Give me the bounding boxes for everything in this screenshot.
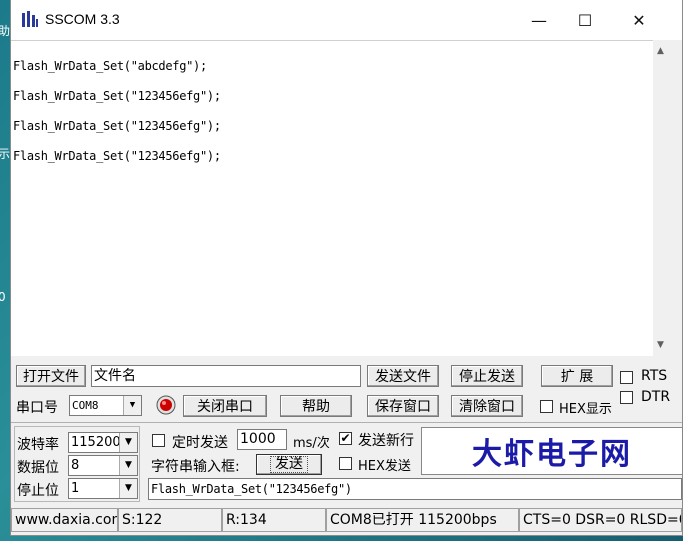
status-port: COM8已打开 115200bps xyxy=(326,508,519,532)
receive-line: Flash_WrData_Set("123456efg"); xyxy=(13,89,221,103)
title-bar[interactable]: SSCOM 3.3 — ☐ ✕ xyxy=(11,0,682,40)
receive-line: Flash_WrData_Set("abcdefg"); xyxy=(13,59,207,73)
receive-line: Flash_WrData_Set("123456efg"); xyxy=(13,149,221,163)
dtr-label: DTR xyxy=(641,389,671,405)
hex-display-checkbox[interactable] xyxy=(540,400,553,413)
expand-button[interactable]: 扩 展 xyxy=(541,365,613,387)
send-newline-label: 发送新行 xyxy=(358,433,414,449)
desktop-icon-fragment: 示 xyxy=(0,147,11,161)
minimize-button[interactable]: — xyxy=(516,0,562,40)
scroll-up-icon[interactable]: ▲ xyxy=(657,46,664,56)
record-indicator-icon xyxy=(156,395,176,415)
status-sent: S:122 xyxy=(118,508,222,532)
baud-select-value: 115200 xyxy=(71,435,121,450)
timed-send-label: 定时发送 xyxy=(172,435,228,451)
timed-send-checkbox[interactable] xyxy=(152,434,165,447)
save-window-button[interactable]: 保存窗口 xyxy=(367,395,439,417)
receive-line: Flash_WrData_Set("123456efg"); xyxy=(13,119,221,133)
open-file-button[interactable]: 打开文件 xyxy=(16,365,86,387)
rts-checkbox[interactable] xyxy=(620,371,633,384)
close-button[interactable]: ✕ xyxy=(616,0,662,40)
hex-display-label: HEX显示 xyxy=(559,402,612,417)
stop-bits-select[interactable]: 1 ▼ xyxy=(68,478,138,499)
desktop-icon-fragment: 0 xyxy=(0,290,6,304)
send-input[interactable]: Flash_WrData_Set("123456efg") xyxy=(148,478,682,500)
close-port-button[interactable]: 关闭串口 xyxy=(183,395,267,417)
chevron-down-icon[interactable]: ▼ xyxy=(119,433,137,452)
window-title: SSCOM 3.3 xyxy=(45,11,120,27)
scroll-down-icon[interactable]: ▼ xyxy=(657,340,664,350)
hex-send-checkbox[interactable] xyxy=(339,457,352,470)
port-label: 串口号 xyxy=(16,400,58,416)
dtr-checkbox[interactable] xyxy=(620,391,633,404)
port-select-value: COM8 xyxy=(72,399,99,412)
send-file-button[interactable]: 发送文件 xyxy=(367,365,439,387)
sscom-window: SSCOM 3.3 — ☐ ✕ Flash_WrData_Set("abcdef… xyxy=(10,0,683,536)
rts-label: RTS xyxy=(641,368,668,384)
send-newline-checkbox[interactable]: ✔ xyxy=(339,432,352,445)
daxia-banner[interactable]: 大虾电子网 xyxy=(421,427,683,475)
receive-area[interactable]: Flash_WrData_Set("abcdefg"); Flash_WrDat… xyxy=(11,40,667,356)
data-bits-label: 数据位 xyxy=(17,460,59,476)
status-lines: CTS=0 DSR=0 RLSD=0 xyxy=(519,508,682,532)
interval-unit: ms/次 xyxy=(293,436,330,451)
maximize-button[interactable]: ☐ xyxy=(562,0,608,40)
stop-bits-label: 停止位 xyxy=(17,483,59,499)
help-button[interactable]: 帮助 xyxy=(280,395,352,417)
interval-input[interactable]: 1000 xyxy=(237,429,287,450)
clear-window-button[interactable]: 清除窗口 xyxy=(451,395,523,417)
chevron-down-icon[interactable]: ▼ xyxy=(119,456,137,475)
separator xyxy=(11,422,682,423)
send-button-label: 发送 xyxy=(270,456,308,473)
baud-label: 波特率 xyxy=(17,437,59,453)
chevron-down-icon[interactable]: ▼ xyxy=(119,479,137,498)
data-bits-select[interactable]: 8 ▼ xyxy=(68,455,138,476)
desktop-icon-fragment: 助 xyxy=(0,24,11,38)
chevron-down-icon[interactable]: ▼ xyxy=(123,396,141,415)
stop-bits-select-value: 1 xyxy=(71,481,80,496)
receive-scrollbar[interactable]: ▲ ▼ xyxy=(653,40,670,356)
hex-send-label: HEX发送 xyxy=(358,459,411,474)
stop-send-button[interactable]: 停止发送 xyxy=(451,365,523,387)
filename-input[interactable]: 文件名 xyxy=(91,365,361,387)
data-bits-select-value: 8 xyxy=(71,458,80,473)
status-site[interactable]: www.daxia.com xyxy=(11,508,118,532)
port-select[interactable]: COM8 ▼ xyxy=(69,395,142,416)
app-icon xyxy=(22,11,38,27)
string-input-label: 字符串输入框: xyxy=(151,459,240,475)
baud-select[interactable]: 115200 ▼ xyxy=(68,432,138,453)
send-button[interactable]: 发送 xyxy=(256,454,322,475)
status-received: R:134 xyxy=(222,508,326,532)
